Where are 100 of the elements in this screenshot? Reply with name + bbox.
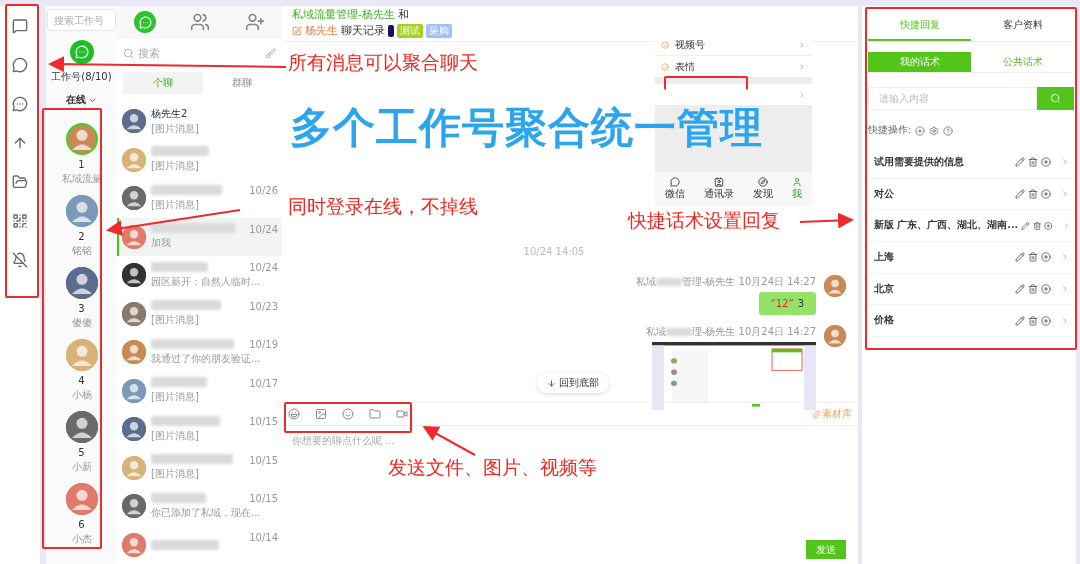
blurred-name <box>151 300 221 311</box>
chat-bubble-icon[interactable] <box>12 57 28 73</box>
account-avatar[interactable] <box>65 267 98 299</box>
add-icon[interactable] <box>1041 189 1051 200</box>
add-contact-icon[interactable] <box>244 12 265 33</box>
chat-list-item[interactable]: 杨先生2 [图片消息] <box>117 102 282 141</box>
delete-icon[interactable] <box>1028 189 1038 200</box>
chat-time: 10/24 14:05 <box>523 246 585 257</box>
add-icon[interactable] <box>1041 157 1051 168</box>
reply-item[interactable]: 对公 <box>868 178 1074 211</box>
edit-icon[interactable] <box>1015 189 1025 200</box>
annotation: 发送文件、图片、视频等 <box>388 455 597 480</box>
status-filter[interactable]: 在线 <box>66 93 97 107</box>
account-name: 铭铭 <box>71 244 92 258</box>
tag: 采购 <box>426 24 452 38</box>
folder-icon[interactable] <box>12 174 28 190</box>
reply-item[interactable]: 北京 <box>868 273 1074 306</box>
bell-off-icon[interactable] <box>12 252 28 268</box>
chevron-icon[interactable] <box>1060 315 1070 326</box>
add-icon[interactable] <box>915 125 926 136</box>
add-icon[interactable] <box>1041 284 1051 295</box>
send-button[interactable]: 发送 <box>806 540 846 559</box>
edit-icon[interactable] <box>1015 315 1025 326</box>
avatar <box>122 186 146 211</box>
account-count: 工作号(8/10) <box>51 70 112 84</box>
avatar <box>122 494 146 519</box>
chevron-icon[interactable] <box>1060 284 1070 295</box>
message-preview: [图片消息] <box>151 121 200 136</box>
account-avatar[interactable] <box>65 411 98 443</box>
chat-list-item[interactable]: [图片消息] 10/17 <box>117 371 282 410</box>
chevron-icon[interactable] <box>1060 252 1070 263</box>
reply-search-field[interactable]: 请输入内容 <box>868 87 1037 110</box>
delete-icon[interactable] <box>1028 252 1038 263</box>
chat-date: 10/17 <box>249 377 278 389</box>
account-avatar[interactable] <box>65 195 98 227</box>
reply-item[interactable]: 价格 <box>868 305 1074 338</box>
delete-icon[interactable] <box>1032 220 1042 231</box>
settings-icon[interactable] <box>929 125 940 136</box>
account-avatar[interactable] <box>65 483 98 515</box>
message-preview: 加我 <box>151 236 172 251</box>
account-avatar[interactable] <box>65 123 98 155</box>
panel-tab[interactable]: 客户资料 <box>971 10 1074 41</box>
blurred-name <box>151 492 206 503</box>
row-icon <box>661 40 669 49</box>
chat-list-item[interactable]: 我通过了你的朋友验证... 10/19 <box>117 333 282 372</box>
reply-item[interactable]: 上海 <box>868 242 1074 274</box>
chat-tab[interactable]: 个聊 <box>123 72 203 94</box>
sender-name: 私域 <box>635 275 656 289</box>
chevron-icon[interactable] <box>1060 189 1070 200</box>
image-icon[interactable] <box>315 408 327 420</box>
account-number: 6 <box>78 519 85 530</box>
chat-dots-icon[interactable] <box>12 96 28 112</box>
chat-tab[interactable]: 群聊 <box>202 72 282 94</box>
chat-list-item[interactable]: [图片消息] <box>117 140 282 179</box>
delete-icon[interactable] <box>1028 157 1038 168</box>
sticker-icon[interactable] <box>342 408 354 420</box>
chat-list-item[interactable]: [图片消息] 10/15 <box>117 410 282 449</box>
chat-list-item[interactable]: [图片消息] 10/15 <box>117 448 282 487</box>
menu-label: 表情 <box>675 59 695 74</box>
chat-icon[interactable] <box>134 11 157 34</box>
tab-label: 微信 <box>664 187 685 201</box>
edit-icon[interactable] <box>1015 284 1025 295</box>
search-button[interactable] <box>1037 87 1074 110</box>
panel-tab[interactable]: 快捷回复 <box>868 10 971 41</box>
delete-icon[interactable] <box>1028 284 1038 295</box>
chat-list-item[interactable]: 10/14 <box>117 525 282 564</box>
avatar <box>122 532 146 557</box>
chat-list-item[interactable]: 加我 10/24 <box>117 217 282 256</box>
folder-icon[interactable] <box>369 408 381 420</box>
emoji-icon[interactable] <box>288 408 300 420</box>
wechat-icon[interactable] <box>69 40 94 64</box>
back-to-bottom-button[interactable]: 回到底部 <box>537 373 609 393</box>
delete-icon[interactable] <box>1028 315 1038 326</box>
reply-item[interactable]: 新版 广东、广西、湖北、湖南... <box>868 210 1074 243</box>
tab-icon <box>792 177 803 187</box>
account-search-field[interactable]: 搜索工作号 <box>47 9 116 31</box>
video-icon[interactable] <box>396 408 408 420</box>
edit-icon[interactable] <box>1015 157 1025 168</box>
message-preview: [图片消息] <box>151 197 200 212</box>
contact-name[interactable]: 杨先生 <box>305 24 338 38</box>
quick-ops-label: 快捷操作: <box>868 124 912 137</box>
sender-name: 私域 <box>645 325 666 339</box>
chat-list-item[interactable]: [图片消息] 10/23 <box>117 294 282 333</box>
avatar <box>122 455 146 480</box>
add-icon[interactable] <box>1041 315 1051 326</box>
qr-code-icon[interactable] <box>12 213 28 229</box>
library-link[interactable]: 素材库 <box>812 407 852 421</box>
script-tab[interactable]: 我的话术 <box>868 52 971 72</box>
chat-list-item[interactable]: [图片消息] 10/26 <box>117 179 282 218</box>
edit-icon[interactable] <box>1021 220 1030 231</box>
edit-icon[interactable] <box>1015 252 1025 263</box>
chat-list-item[interactable]: 你已添加了私域，现在... 10/15 <box>117 487 282 526</box>
add-icon[interactable] <box>1041 252 1051 263</box>
edit-icon[interactable] <box>292 26 302 36</box>
contacts-icon[interactable] <box>190 12 211 33</box>
chat-list-item[interactable]: 园区新开：自然人临时... 10/24 <box>117 256 282 295</box>
help-icon[interactable] <box>943 125 954 136</box>
chevron-icon[interactable] <box>1060 157 1070 168</box>
reply-item[interactable]: 试用需要提供的信息 <box>868 147 1074 179</box>
add-icon[interactable] <box>1044 220 1053 231</box>
